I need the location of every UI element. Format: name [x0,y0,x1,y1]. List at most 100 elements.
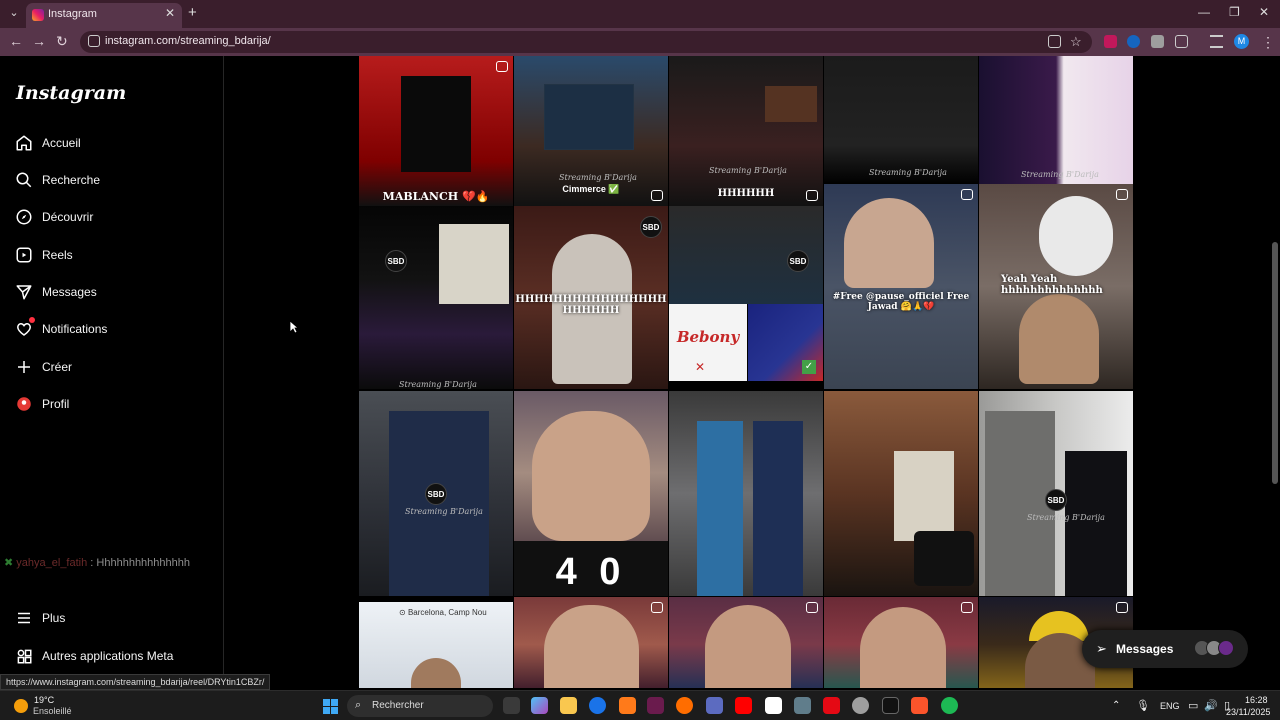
weather-description[interactable]: Ensoleillé [33,706,72,716]
nav-meta-apps[interactable]: Autres applications Meta [0,642,224,672]
weather-temperature[interactable]: 19°C [34,695,54,705]
app-icon[interactable] [765,697,782,714]
post-tile[interactable]: ⊙ Barcelona, Camp Nou [359,602,513,688]
post-tile[interactable]: SBD Streaming B'Darija [359,391,513,596]
copilot-icon[interactable] [531,697,548,714]
extension-1-icon[interactable] [1104,35,1117,48]
app-icon[interactable] [882,697,899,714]
post-tile[interactable]: Streaming B'Darija [824,56,978,184]
extension-2-icon[interactable] [1127,35,1140,48]
nav-reels[interactable]: Reels [0,241,224,271]
tab-search-icon[interactable] [1210,35,1223,48]
post-tile[interactable]: SBD Streaming B'Darija [979,391,1133,596]
window-close-icon[interactable]: ✕ [1259,5,1269,19]
post-caption: Yeah Yeah hhhhhhhhhhhhhh [1001,274,1103,296]
network-icon[interactable]: ▭ [1188,699,1198,712]
post-tile[interactable]: SBD Streaming B'Darija [359,206,513,389]
reels-icon [16,247,32,263]
nav-label: Profil [42,397,70,411]
extension-3-icon[interactable] [1151,35,1164,48]
post-tile[interactable]: Streaming B'Darija [979,56,1133,184]
post-caption: #Free @pause_officiel Free Jawad 🤗🙏💔 [832,292,970,312]
post-tile[interactable] [514,597,668,688]
post-tile[interactable] [669,391,823,596]
browser-tab-strip: ⌄ Instagram ✕ + — ❐ ✕ [0,0,1280,28]
score-text: 4 0 [555,551,627,593]
post-tile[interactable]: HHHHHHHHHHHHHHHH HHHHHH SBD [514,206,668,389]
location-pin-icon: ⊙ [399,608,406,617]
clock-time[interactable]: 16:28 [1245,695,1268,705]
reel-icon [806,602,818,613]
app-icon[interactable] [619,697,636,714]
clock-date[interactable]: 23/11/2025 [1226,707,1270,717]
post-tile[interactable]: SBD [669,206,823,304]
nav-profil[interactable]: Profil [0,390,224,420]
minimize-icon[interactable]: — [1198,5,1210,19]
post-tile[interactable] [669,597,823,688]
youtube-icon[interactable] [735,697,752,714]
netflix-icon[interactable] [823,697,840,714]
restore-icon[interactable]: ❐ [1229,5,1240,19]
teams-icon[interactable] [706,697,723,714]
extensions-puzzle-icon[interactable] [1175,35,1188,48]
tab-close-icon[interactable]: ✕ [165,6,175,20]
app-icon[interactable] [676,697,693,714]
nav-plus[interactable]: Plus [0,604,224,634]
nav-recherche[interactable]: Recherche [0,166,224,196]
scrollbar-thumb[interactable] [1272,242,1278,484]
reel-icon [651,190,663,201]
site-info-icon[interactable] [88,35,100,47]
post-tile[interactable]: MABLANCH 💔🔥 [359,56,513,206]
check-icon: ✓ [802,360,816,374]
post-thumbnail [411,658,461,688]
nav-creer[interactable]: Créer [0,353,224,383]
microphone-icon[interactable]: 🎙 [1136,699,1150,712]
task-view-icon[interactable] [503,697,520,714]
post-tile[interactable]: Yeah Yeah hhhhhhhhhhhhhh [979,184,1133,389]
tab-search-menu-icon[interactable]: ⌄ [6,5,22,21]
app-icon[interactable] [794,697,811,714]
page-scrollbar[interactable] [1270,56,1280,688]
bookmark-star-icon[interactable]: ☆ [1070,34,1082,50]
post-tile[interactable] [824,391,978,596]
volume-icon[interactable]: 🔊 [1204,699,1218,712]
spotify-icon[interactable] [941,697,958,714]
nav-decouvrir[interactable]: Découvrir [0,203,224,233]
sbd-logo: SBD [425,483,447,505]
post-tile[interactable]: 4 0 [514,391,668,596]
brave-icon[interactable] [911,697,928,714]
browser-menu-icon[interactable]: ⋮ [1261,34,1275,51]
address-bar[interactable]: instagram.com/streaming_bdarija/ [80,31,1092,53]
send-icon: ➢ [1096,641,1107,656]
post-tile[interactable]: ✓ [748,304,823,381]
post-thumbnail [860,607,946,688]
nav-accueil[interactable]: Accueil [0,129,224,159]
tab-instagram[interactable]: Instagram ✕ [26,3,182,28]
post-tile[interactable]: Streaming B'Darija HHHHHH [669,56,823,206]
app-icon[interactable] [852,697,869,714]
new-tab-icon[interactable]: + [188,4,197,21]
profile-avatar[interactable]: M [1234,34,1249,49]
url-text[interactable]: instagram.com/streaming_bdarija/ [105,35,271,47]
nav-messages[interactable]: Messages [0,278,224,308]
post-tile[interactable]: #Free @pause_officiel Free Jawad 🤗🙏💔 [824,184,978,389]
floating-messages-button[interactable]: ➢ Messages [1082,630,1248,668]
language-indicator[interactable]: ENG [1160,701,1180,711]
taskbar-search[interactable]: ⌕ Rechercher [347,695,493,717]
instagram-logo[interactable]: Instagram [16,82,126,104]
nav-notifications[interactable]: Notifications [0,315,224,345]
chrome-icon[interactable] [589,697,606,714]
tray-chevron-icon[interactable]: ⌃ [1112,700,1120,711]
post-tile[interactable]: Bebony ✕ [669,304,747,381]
back-icon[interactable]: ← [9,33,23,49]
app-icon[interactable] [647,697,664,714]
post-tile[interactable]: Streaming B'Darija Cimmerce ✅ [514,56,668,206]
windows-start-icon[interactable] [323,699,338,714]
reload-icon[interactable]: ↻ [56,33,68,50]
post-tile[interactable] [824,597,978,688]
nav-label: Créer [42,360,73,374]
file-explorer-icon[interactable] [560,697,577,714]
weather-sun-icon[interactable] [14,699,28,713]
install-app-icon[interactable] [1048,35,1061,48]
forward-icon[interactable]: → [32,33,46,49]
